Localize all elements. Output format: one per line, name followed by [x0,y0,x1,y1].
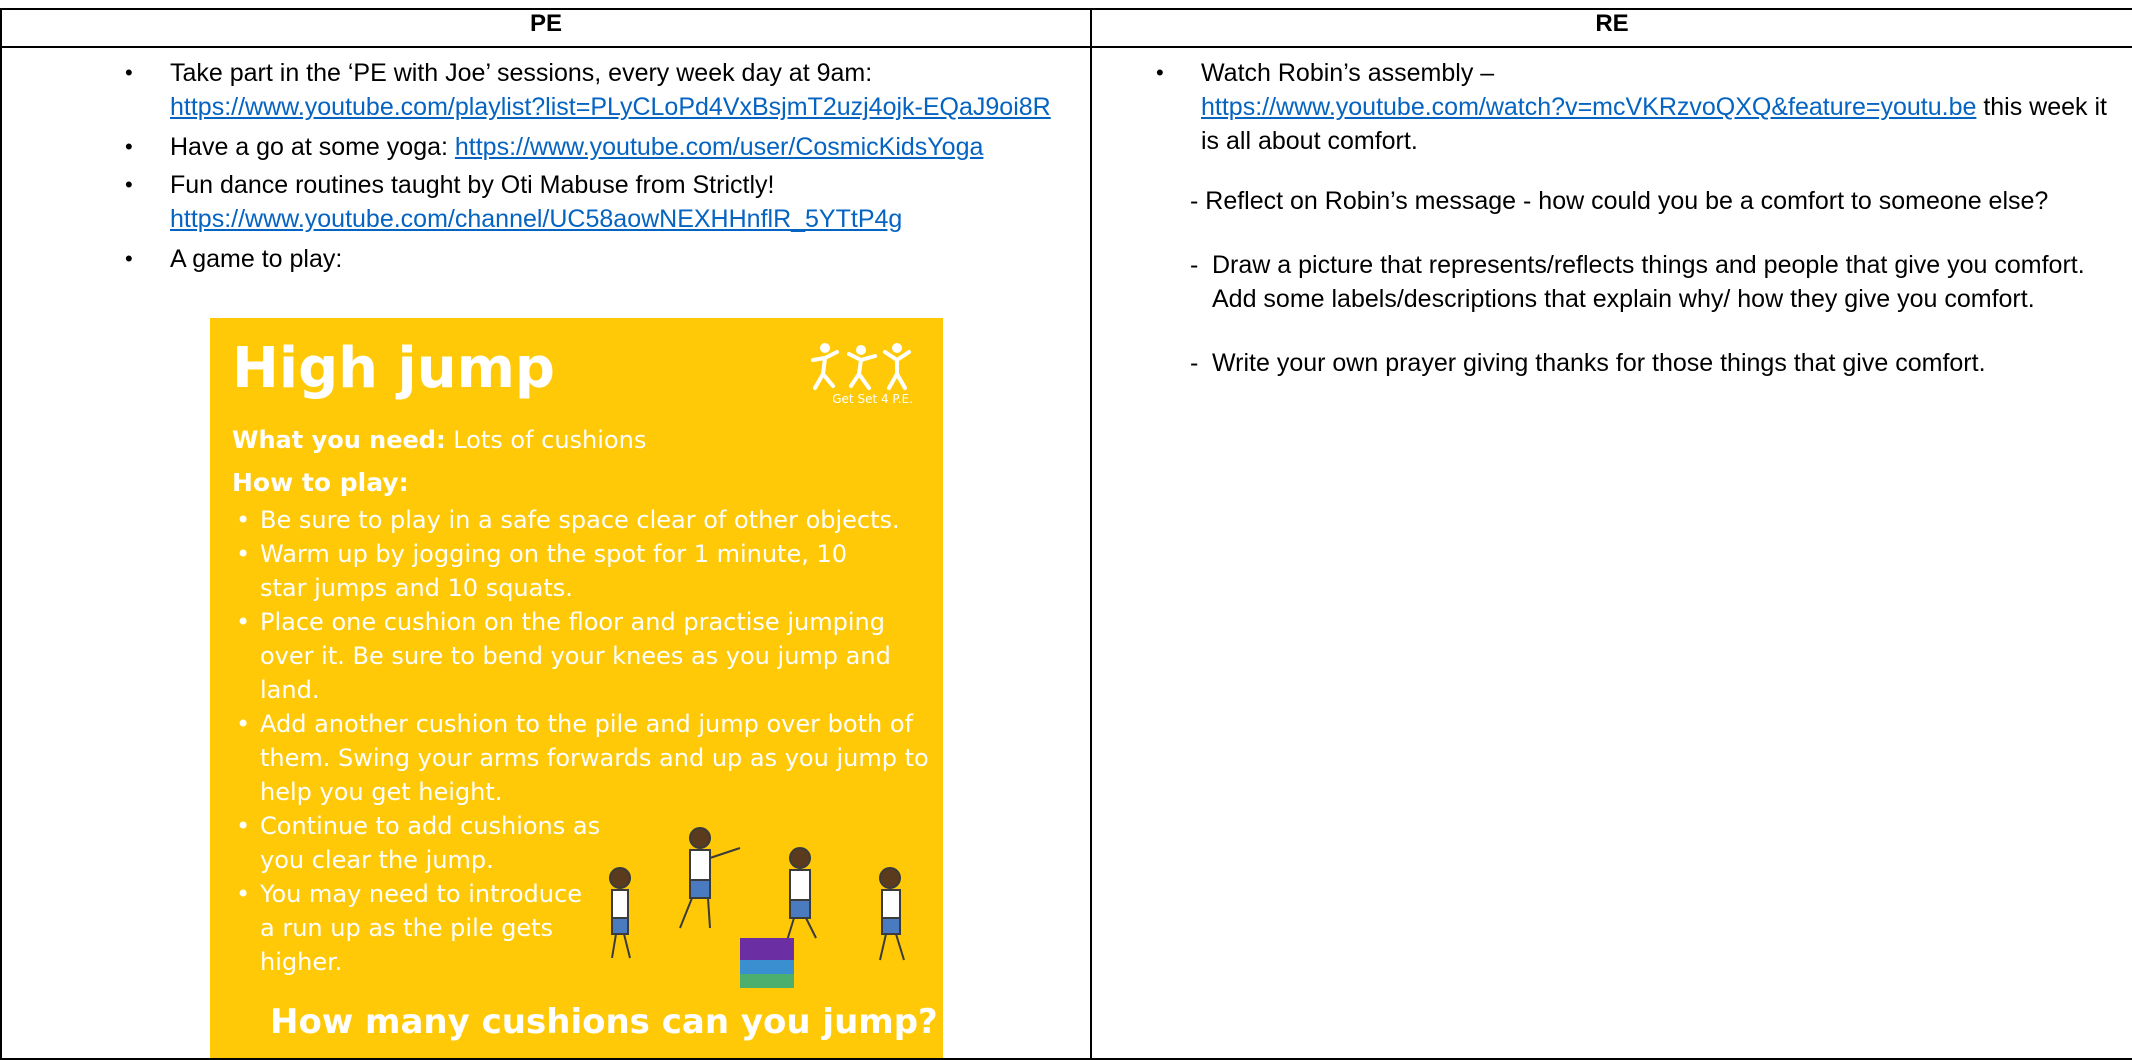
list-item: Continue to add cushions as you clear th… [232,809,620,877]
re-prayer-text: Write your own prayer giving thanks for … [1212,349,1986,377]
re-draw-text: Draw a picture that represents/reflects … [1212,251,2085,313]
jumping-children-illustration [609,827,905,988]
header-pe: PE [0,8,1092,48]
poster-need: What you need: Lots of cushions [232,426,646,454]
re-assembly-link[interactable]: https://www.youtube.com/watch?v=mcVKRzvo… [1201,93,1976,121]
pe-bullet-2-text: Have a go at some yoga: [170,133,455,161]
pe-joe-link[interactable]: https://www.youtube.com/playlist?list=PL… [170,93,1051,121]
list-item: • Fun dance routines taught by Oti Mabus… [125,168,1070,236]
poster-logo-text: Get Set 4 P.E. [832,392,913,406]
document: PE RE • Take part in the ‘PE with Joe’ s… [0,0,2132,1060]
pe-list: • Take part in the ‘PE with Joe’ session… [2,48,1090,276]
list-item: Be sure to play in a safe space clear of… [232,503,932,537]
poster-title: High jump [232,336,556,401]
bullet-icon: • [125,60,133,85]
re-prayer-item: - Write your own prayer giving thanks fo… [1190,346,2132,380]
poster-need-value: Lots of cushions [445,426,647,454]
re-draw-item: - Draw a picture that represents/reflect… [1190,248,2132,316]
list-item: Place one cushion on the floor and pract… [232,605,900,707]
bullet-icon: • [1156,60,1164,85]
pe-yoga-link[interactable]: https://www.youtube.com/user/CosmicKidsY… [455,133,984,161]
re-cell: • Watch Robin’s assembly – https://www.y… [1090,46,2132,1060]
list-item: • Watch Robin’s assembly – https://www.y… [1156,56,2120,158]
pe-dance-link[interactable]: https://www.youtube.com/channel/UC58aowN… [170,205,902,233]
header-re: RE [1090,8,2132,48]
list-item: • Take part in the ‘PE with Joe’ session… [125,56,1070,124]
list-item: Warm up by jogging on the spot for 1 min… [232,537,900,605]
pe-bullet-1-text: Take part in the ‘PE with Joe’ sessions,… [170,59,873,87]
poster-how-heading: How to play: [232,468,409,497]
bullet-icon: • [125,246,133,271]
re-reflect-text: - Reflect on Robin’s message - how could… [1190,187,2049,215]
bullet-icon: • [125,134,133,159]
high-jump-poster: High jump Get Set 4 P.E. What you need: … [210,318,943,1058]
list-item: • A game to play: [125,242,1070,276]
list-item: Add another cushion to the pile and jump… [232,707,940,809]
poster-need-label: What you need: [232,426,446,454]
pe-bullet-3-text: Fun dance routines taught by Oti Mabuse … [170,171,775,199]
re-reflect-item: - Reflect on Robin’s message - how could… [1190,184,2132,218]
dash-marker: - [1190,251,1199,279]
poster-bottom-question: How many cushions can you jump? [270,1002,938,1042]
list-item: • Have a go at some yoga: https://www.yo… [125,130,1070,164]
re-list: • Watch Robin’s assembly – https://www.y… [1092,48,2132,158]
re-bullet-1-text: Watch Robin’s assembly – [1201,59,1495,87]
bullet-icon: • [125,172,133,197]
pe-bullet-4-text: A game to play: [170,245,343,273]
list-item: You may need to introduce a run up as th… [232,877,600,979]
dash-marker: - [1190,349,1199,377]
running-figures-logo-icon [811,343,911,390]
